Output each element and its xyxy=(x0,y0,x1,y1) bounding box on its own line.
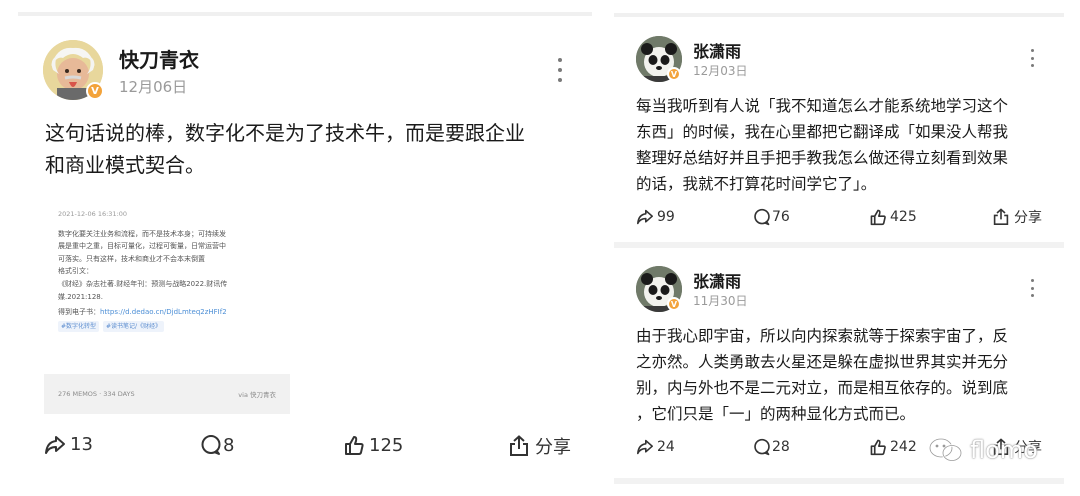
memo-time: 2021-12-06 16:31:00 xyxy=(58,210,128,218)
share-count-button[interactable]: 99 xyxy=(636,209,675,225)
memo-line: 展是重中之重，目标可量化，过程可衡量，日常运营中 xyxy=(58,242,226,251)
memo-link-row: 得到电子书：https://d.dedao.cn/DjdLmteq2zHFIf2 xyxy=(58,306,284,319)
post-text-line-3: 别，内与外也不是二元对立，而是相互依存的。说到底 xyxy=(636,379,1009,397)
comment-count-button[interactable]: 76 xyxy=(753,208,790,226)
post-date: 12月03日 xyxy=(693,64,748,78)
post-separator xyxy=(614,242,1064,248)
memo-tag[interactable]: #读书笔记/《财经》 xyxy=(103,320,165,332)
share-count: 99 xyxy=(657,209,675,225)
verified-badge-icon: V xyxy=(667,67,681,81)
comment-bubble-icon xyxy=(754,438,770,456)
post-text-line-1: 每当我听到有人说「我不知道怎么才能系统地学习这个 xyxy=(636,97,1009,115)
wechat-icon xyxy=(928,437,963,462)
memo-stats: 276 MEMOS · 334 DAYS xyxy=(58,390,135,398)
username[interactable]: 张潇雨 xyxy=(693,268,741,292)
share-count: 13 xyxy=(70,434,93,455)
more-options-icon[interactable] xyxy=(556,58,564,82)
post-text-line-2: 和商业模式契合。 xyxy=(45,153,205,177)
post-text-line-2: 之亦然。人类勇敢去火星还是躲在虚拟世界其实并无分 xyxy=(636,353,1009,371)
share-label: 分享 xyxy=(1014,210,1042,226)
forward-arrow-icon xyxy=(637,209,653,225)
like-count-button[interactable]: 125 xyxy=(343,434,403,456)
comment-bubble-icon xyxy=(201,435,221,455)
memo-tag[interactable]: #数字化转型 xyxy=(58,320,100,332)
share-count-button[interactable]: 13 xyxy=(44,434,93,455)
watermark-text: flomo xyxy=(970,436,1038,464)
memo-line: 《财经》杂志社著.财经年刊：预测与战略2022.财讯传 xyxy=(58,279,228,288)
post-text-line-4: 的话，我就不打算花时间学它了」。 xyxy=(636,175,877,193)
right-top-divider xyxy=(614,13,1064,17)
memo-line: 数字化要关注业务和流程，而不是技术本身；可持续发 xyxy=(58,229,226,238)
post-card-left: V 快刀青衣 12月06日 这句话说的棒，数字化不是为了技术牛，而是要跟企业 和… xyxy=(18,0,592,496)
flomo-watermark: flomo xyxy=(928,436,1038,464)
like-count-button[interactable]: 425 xyxy=(869,208,917,226)
memo-share-image[interactable]: 2021-12-06 16:31:00 数字化要关注业务和流程，而不是技术本身；… xyxy=(44,198,290,414)
memo-line: 媒.2021:128. xyxy=(58,292,103,301)
post-text-line-1: 由于我心即宇宙，所以向内探索就等于探索宇宙了，反 xyxy=(636,327,1009,345)
post-separator xyxy=(614,478,1064,484)
like-count-button[interactable]: 242 xyxy=(869,438,917,456)
comment-count-button[interactable]: 28 xyxy=(753,438,790,456)
like-count: 125 xyxy=(369,434,404,456)
memo-link-prefix: 得到电子书： xyxy=(58,308,100,317)
post-text-line-3: 整理好总结好并且手把手教我怎么做还得立刻看到效果 xyxy=(636,149,1009,167)
username[interactable]: 张潇雨 xyxy=(693,38,741,62)
more-options-icon[interactable] xyxy=(1029,49,1035,67)
like-count: 425 xyxy=(890,209,917,225)
post-date: 12月06日 xyxy=(119,78,188,96)
memo-footer: 276 MEMOS · 334 DAYS via 快刀青衣 xyxy=(44,374,290,414)
post-date: 11月30日 xyxy=(693,294,748,308)
memo-line: 格式引文： xyxy=(58,267,93,276)
forward-arrow-icon xyxy=(45,435,65,454)
post-text-line-1: 这句话说的棒，数字化不是为了技术牛，而是要跟企业 xyxy=(45,121,525,145)
comment-count: 28 xyxy=(772,439,790,455)
post-text-line-2: 东西」的时候，我在心里都把它翻译成「如果没人帮我 xyxy=(636,123,1009,141)
more-options-icon[interactable] xyxy=(1029,279,1035,297)
share-button[interactable]: 分享 xyxy=(509,433,571,459)
comment-count: 8 xyxy=(223,434,235,456)
memo-link[interactable]: https://d.dedao.cn/DjdLmteq2zHFIf2 xyxy=(100,308,227,316)
thumbs-up-icon xyxy=(870,209,886,226)
thumbs-up-icon xyxy=(870,439,886,456)
memo-line: 可落实。只有这样，技术和商业才不会本末倒置 xyxy=(58,254,205,263)
share-count: 24 xyxy=(657,439,675,455)
comment-count: 76 xyxy=(772,209,790,225)
verified-badge-icon: V xyxy=(86,82,104,100)
share-count-button[interactable]: 24 xyxy=(636,439,675,455)
memo-via: via 快刀青衣 xyxy=(238,391,276,399)
post-text-line-4: ，它们只是「一」的两种显化方式而已。 xyxy=(636,405,916,423)
share-button[interactable]: 分享 xyxy=(993,207,1042,227)
share-upload-icon xyxy=(993,208,1009,225)
memo-tags: #数字化转型 #读书笔记/《财经》 xyxy=(58,320,284,332)
share-label: 分享 xyxy=(535,437,571,458)
comment-count-button[interactable]: 8 xyxy=(200,434,234,456)
username[interactable]: 快刀青衣 xyxy=(119,44,199,73)
forward-arrow-icon xyxy=(637,439,653,455)
share-upload-icon xyxy=(510,435,528,456)
like-count: 242 xyxy=(890,439,917,455)
thumbs-up-icon xyxy=(345,436,364,455)
comment-bubble-icon xyxy=(754,208,770,226)
verified-badge-icon: V xyxy=(667,297,681,311)
